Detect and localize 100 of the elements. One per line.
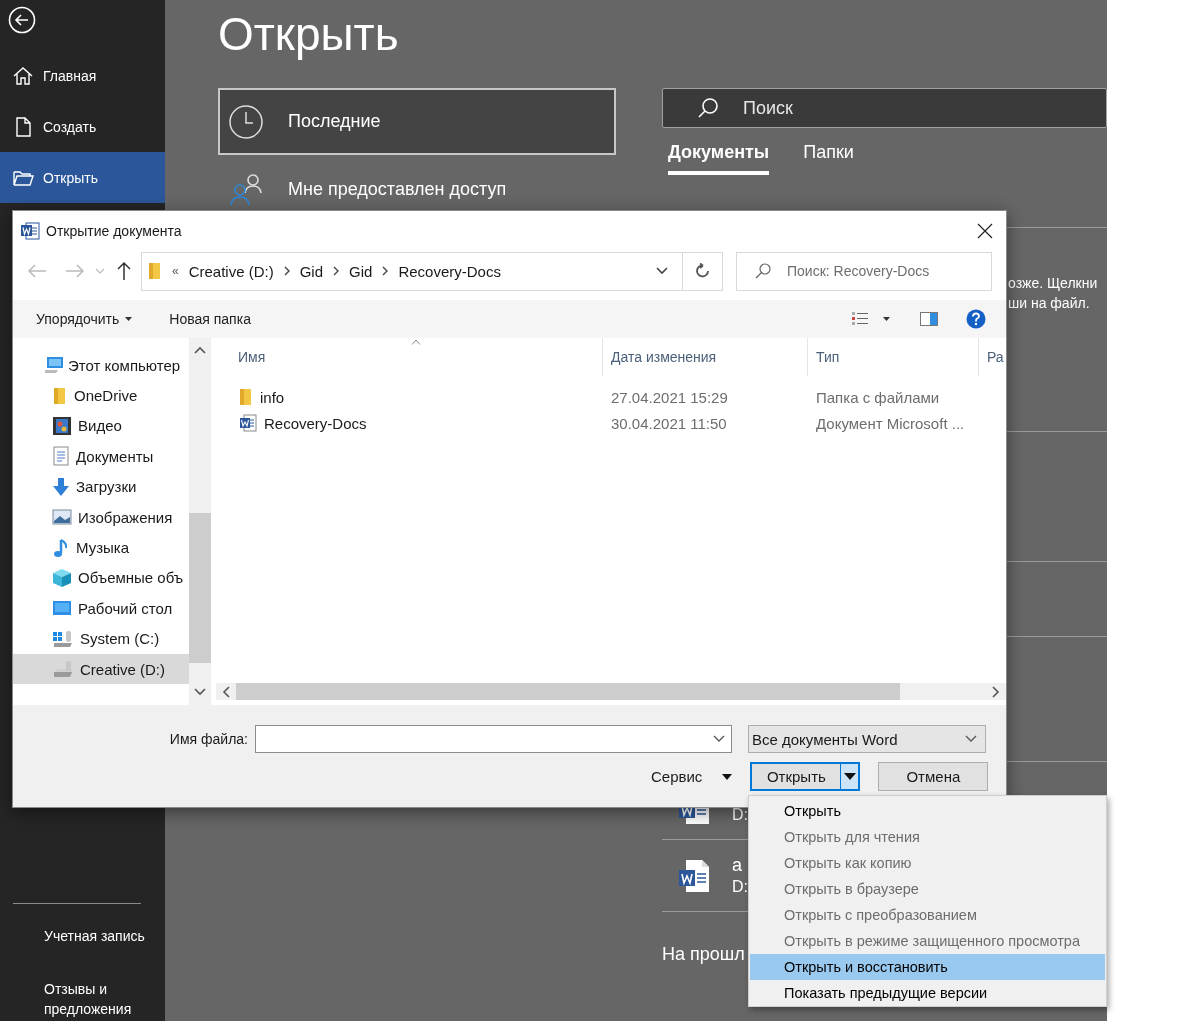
document-icon (20, 221, 40, 240)
scroll-up-icon[interactable] (194, 346, 206, 354)
table-cell-text: 27.04.2021 15:29 (610, 388, 729, 406)
dialog-title: Открытие документа (46, 222, 182, 239)
file-name: a (732, 854, 743, 876)
field-label: Имя файла: (168, 731, 248, 747)
tree-item[interactable]: Объемные объ (13, 562, 189, 594)
breadcrumb-item[interactable]: Gid (299, 262, 324, 280)
document-icon (239, 414, 257, 432)
tree-item[interactable]: OneDrive (13, 380, 189, 411)
file-name-field[interactable] (255, 725, 732, 753)
chevron-down-icon[interactable] (713, 735, 725, 743)
file-type-dropdown[interactable]: Все документы Word (748, 725, 986, 753)
tree-item[interactable]: Музыка (13, 532, 189, 563)
scrollbar-thumb[interactable] (236, 683, 900, 700)
nav-link[interactable]: Отзывы и предложения (0, 979, 149, 1019)
tree-item[interactable]: System (C:) (13, 623, 189, 654)
chevron-right-icon (283, 266, 290, 276)
close-icon[interactable] (977, 222, 993, 239)
scroll-down-icon[interactable] (194, 688, 206, 696)
folder-icon (52, 386, 68, 405)
open-dropdown-button[interactable] (840, 764, 859, 789)
image-icon (52, 509, 72, 526)
caret-icon (125, 317, 133, 321)
tab[interactable]: Папки (803, 142, 854, 175)
column-header[interactable]: Имя (216, 338, 603, 376)
chevron-down-icon[interactable] (656, 267, 668, 275)
document-icon (678, 858, 710, 893)
tree-item[interactable]: Изображения (13, 501, 189, 533)
search-icon (697, 97, 719, 119)
tree-item[interactable]: Рабочий стол (13, 593, 189, 624)
help-icon[interactable] (966, 309, 986, 329)
cancel-button[interactable]: Отмена (878, 762, 989, 791)
search-icon (755, 263, 771, 279)
cube-icon (52, 567, 72, 588)
chevron-right-icon (382, 266, 389, 276)
file-name[interactable]: Recovery-Docs (264, 414, 367, 432)
caret-icon (722, 773, 733, 780)
tree-item[interactable]: Загрузки (13, 471, 189, 502)
breadcrumb-item[interactable]: Creative (D:) (188, 262, 274, 280)
nav-item[interactable]: Создать (0, 101, 165, 152)
scrollbar-thumb[interactable] (189, 513, 211, 663)
tree-item[interactable]: Документы (13, 441, 189, 472)
up-arrow-icon[interactable] (117, 261, 131, 281)
refresh-icon (694, 263, 711, 279)
breadcrumb-item[interactable]: Recovery-Docs (398, 262, 501, 280)
table-cell-text: Папка с файлами (815, 388, 941, 406)
tree-item[interactable]: Видео (13, 410, 189, 442)
organize-button[interactable]: Упорядочить (13, 311, 133, 327)
table-cell-text: 30.04.2021 11:50 (610, 414, 728, 432)
tree-item[interactable]: Creative (D:) (13, 653, 189, 685)
menu-item[interactable]: Показать предыдущие версии (750, 980, 1105, 1006)
drive-icon (52, 659, 74, 680)
computer-icon (44, 356, 64, 375)
menu-item[interactable]: Открыть (750, 798, 1105, 824)
nav-link[interactable]: Учетная запись (0, 926, 149, 946)
refresh-button[interactable] (683, 251, 723, 291)
tab[interactable]: Документы (668, 142, 770, 175)
nav-item[interactable]: Главная (0, 50, 165, 101)
people-icon (228, 171, 264, 207)
column-header[interactable]: Тип (808, 338, 979, 376)
search-field[interactable]: Поиск: Recovery-Docs (736, 251, 992, 291)
view-list-icon[interactable] (851, 311, 869, 327)
file-path: D: (732, 805, 748, 825)
folder-icon (239, 388, 253, 406)
drive-icon (52, 628, 74, 649)
column-header[interactable]: Дата изменения (603, 338, 808, 376)
caret-icon[interactable] (883, 317, 890, 321)
nav-item[interactable]: Открыть (0, 152, 165, 203)
hint-text: ши на файл. (1008, 294, 1091, 313)
film-icon (52, 415, 72, 436)
preview-pane-icon[interactable] (920, 312, 938, 326)
breadcrumb-item[interactable]: Gid (349, 262, 373, 280)
section-heading: На прошл (662, 944, 746, 965)
page-title: Открыть (218, 7, 400, 62)
scroll-right-icon[interactable] (992, 685, 1000, 698)
location-item[interactable]: Последние (218, 88, 616, 155)
hint-text: озже. Щелкни (1008, 274, 1099, 293)
clock-icon (228, 103, 264, 140)
sort-caret-icon (411, 339, 421, 345)
folder-icon (148, 262, 162, 280)
scroll-left-icon[interactable] (222, 685, 230, 698)
search-field[interactable]: Поиск (662, 88, 1107, 128)
tree-item[interactable]: Этот компьютер (13, 350, 189, 381)
address-bar[interactable]: « Creative (D:) Gid Gid Recovery-Docs (141, 251, 683, 291)
location-item[interactable]: Мне предоставлен доступ (218, 155, 616, 223)
chevron-down-icon (965, 735, 977, 743)
chevron-right-icon (333, 266, 340, 276)
menu-item[interactable]: Открыть и восстановить (750, 954, 1105, 980)
table-cell-text: Документ Microsoft ... (815, 414, 966, 432)
music-note-icon (52, 537, 70, 558)
file-name[interactable]: info (260, 388, 285, 406)
document-icon (52, 446, 70, 467)
download-arrow-icon (52, 476, 70, 497)
new-folder-button[interactable]: Новая папка (132, 311, 251, 327)
column-header[interactable]: Ра (979, 338, 1006, 376)
desktop-icon (52, 600, 72, 617)
overflow-chevrons[interactable]: « (172, 264, 179, 278)
caret-icon (843, 773, 856, 780)
tools-button[interactable]: Сервис (651, 768, 733, 785)
